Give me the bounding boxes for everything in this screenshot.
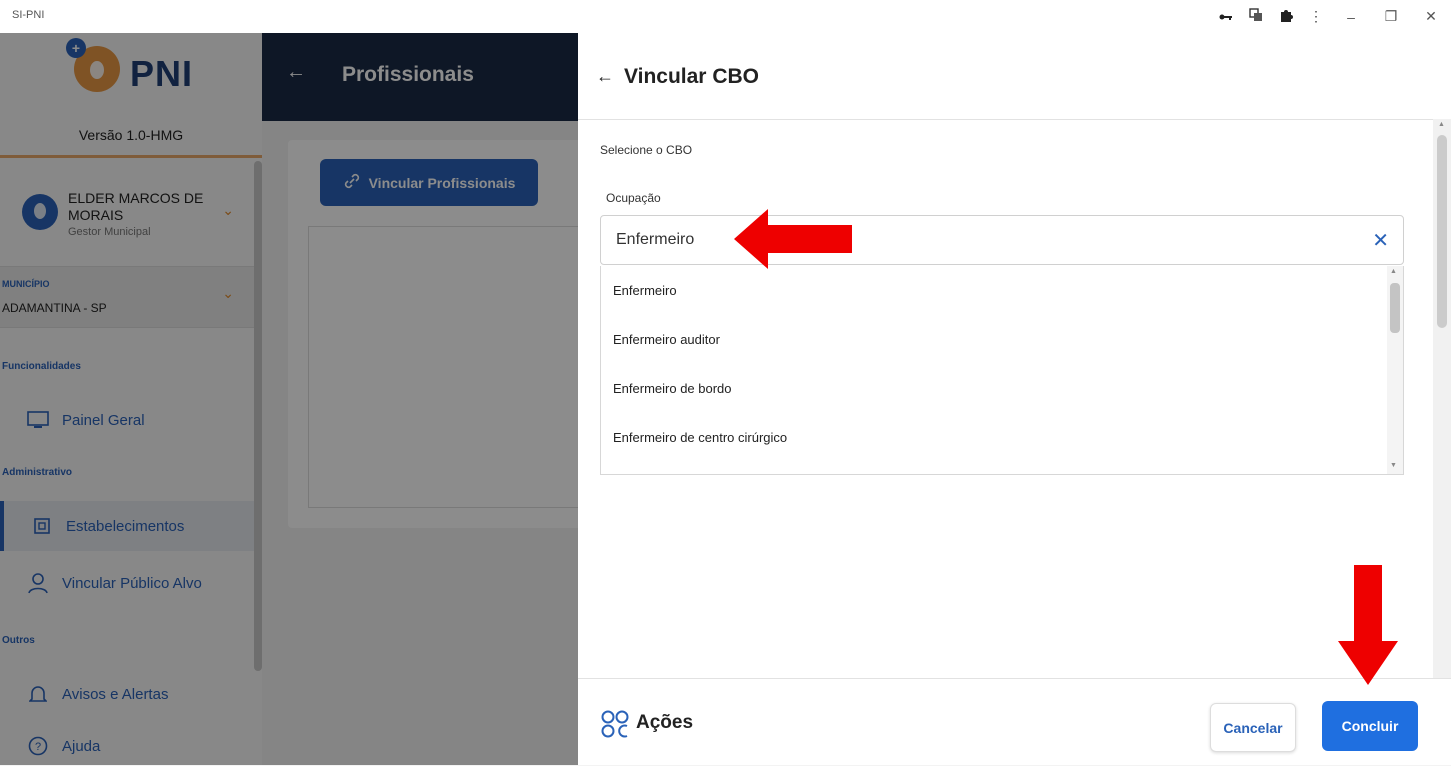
vincular-cbo-drawer: ← Vincular CBO Selecione o CBO Ocupação … [578, 33, 1451, 765]
dropdown-scrollbar[interactable]: ▲ ▼ [1387, 266, 1403, 474]
clear-icon[interactable]: ✕ [1372, 228, 1389, 253]
dropdown-option[interactable]: Enfermeiro de centro cirúrgico [601, 413, 1403, 462]
puzzle-icon[interactable] [1271, 8, 1301, 25]
grid-icon [601, 710, 629, 738]
window-titlebar: SI-PNI ⋮ – ❐ ✕ [0, 0, 1451, 33]
annotation-arrow-down-icon [1338, 565, 1398, 685]
minimize-button[interactable]: – [1331, 9, 1371, 25]
occupation-input[interactable]: Enfermeiro ✕ [600, 215, 1404, 265]
select-cbo-label: Selecione o CBO [600, 143, 693, 157]
kebab-icon[interactable]: ⋮ [1301, 8, 1331, 25]
drawer-header: ← Vincular CBO [578, 33, 1451, 120]
actions-label: Ações [636, 712, 694, 733]
occupation-value: Enfermeiro [616, 231, 695, 248]
concluir-button[interactable]: Concluir [1322, 701, 1418, 751]
dropdown-option[interactable]: Enfermeiro auditor [601, 315, 1403, 364]
drawer-title: Vincular CBO [624, 65, 759, 88]
back-arrow-icon[interactable]: ← [596, 66, 614, 87]
occupation-label: Ocupação [606, 191, 661, 205]
window-title: SI-PNI [12, 9, 45, 21]
dropdown-option[interactable]: Enfermeiro [601, 266, 1403, 315]
scroll-up-icon[interactable]: ▲ [1390, 268, 1397, 275]
close-button[interactable]: ✕ [1411, 8, 1451, 25]
scroll-up-icon[interactable]: ▲ [1438, 121, 1445, 128]
drawer-footer: Ações Cancelar Concluir [578, 678, 1451, 766]
scrollbar-thumb[interactable] [1390, 283, 1400, 333]
modal-overlay[interactable] [0, 33, 578, 765]
occupation-dropdown: Enfermeiro Enfermeiro auditor Enfermeiro… [600, 266, 1404, 475]
dropdown-option[interactable]: Enfermeiro de bordo [601, 364, 1403, 413]
scroll-down-icon[interactable]: ▼ [1390, 462, 1397, 469]
drawer-scrollbar[interactable]: ▲ [1433, 119, 1451, 679]
scrollbar-thumb[interactable] [1437, 135, 1447, 328]
key-icon[interactable] [1211, 9, 1241, 25]
annotation-arrow-left-icon [734, 209, 852, 269]
translate-icon[interactable] [1241, 8, 1271, 25]
cancel-button[interactable]: Cancelar [1210, 703, 1296, 752]
restore-button[interactable]: ❐ [1371, 8, 1411, 25]
window-controls: ⋮ – ❐ ✕ [1211, 0, 1451, 33]
